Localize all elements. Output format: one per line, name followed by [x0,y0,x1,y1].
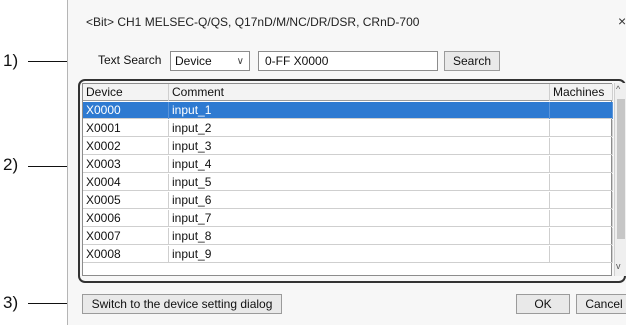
table-row[interactable]: X0000 input_1 [83,102,613,119]
text-search-label: Text Search [98,53,162,67]
cell-comment[interactable]: input_6 [169,192,550,209]
callout-2: 2) [3,155,19,174]
cell-machines[interactable] [550,210,613,227]
device-table[interactable]: Device Comment Machines X0000 input_1 X000… [82,83,613,276]
cell-comment[interactable]: input_4 [169,156,550,173]
cell-machines[interactable] [550,102,613,119]
header-device[interactable]: Device [83,84,169,101]
header-comment[interactable]: Comment [169,84,550,101]
search-input[interactable]: 0-FF X0000 [258,51,438,71]
ok-button[interactable]: OK [516,294,570,314]
callout-1: 1) [3,51,19,70]
cell-comment[interactable]: input_2 [169,120,550,137]
cell-machines[interactable] [550,138,613,155]
search-category-select[interactable]: Device ∨ [170,51,250,71]
cell-device[interactable]: X0006 [83,210,169,227]
scroll-down-icon[interactable]: v [616,261,621,271]
header-machines[interactable]: Machines [550,84,613,101]
cell-machines[interactable] [550,120,613,137]
chevron-down-icon: ∨ [236,56,244,67]
close-icon[interactable]: × [618,13,626,29]
table-row[interactable]: X0001 input_2 [83,120,613,137]
cell-device[interactable]: X0000 [83,102,169,119]
cancel-button[interactable]: Cancel [576,294,626,314]
table-row[interactable]: X0003 input_4 [83,156,613,173]
cell-device[interactable]: X0003 [83,156,169,173]
table-row[interactable]: X0007 input_8 [83,228,613,245]
cell-comment[interactable]: input_3 [169,138,550,155]
cell-machines[interactable] [550,246,613,263]
cell-device[interactable]: X0008 [83,246,169,263]
table-row[interactable]: X0008 input_9 [83,246,613,263]
cell-machines[interactable] [550,228,613,245]
cell-device[interactable]: X0002 [83,138,169,155]
cell-device[interactable]: X0001 [83,120,169,137]
window-title: <Bit> CH1 MELSEC-Q/QS, Q17nD/M/NC/DR/DSR… [86,15,420,29]
switch-device-setting-button[interactable]: Switch to the device setting dialog [82,294,282,314]
cell-comment[interactable]: input_8 [169,228,550,245]
cell-comment[interactable]: input_1 [169,102,550,119]
callout-3: 3) [3,293,19,312]
scroll-thumb[interactable] [617,99,625,239]
search-category-value: Device [175,54,212,68]
search-button[interactable]: Search [444,51,500,71]
cell-comment[interactable]: input_9 [169,246,550,263]
table-row[interactable]: X0002 input_3 [83,138,613,155]
cell-comment[interactable]: input_5 [169,174,550,191]
scroll-up-icon[interactable]: ^ [616,84,620,94]
table-header-row: Device Comment Machines [83,84,613,101]
cell-device[interactable]: X0004 [83,174,169,191]
cell-device[interactable]: X0005 [83,192,169,209]
table-row[interactable]: X0004 input_5 [83,174,613,191]
table-row[interactable]: X0006 input_7 [83,210,613,227]
table-scrollbar[interactable]: ^ v [614,83,626,276]
table-row[interactable]: X0005 input_6 [83,192,613,209]
cell-device[interactable]: X0007 [83,228,169,245]
cell-comment[interactable]: input_7 [169,210,550,227]
cell-machines[interactable] [550,156,613,173]
cell-machines[interactable] [550,192,613,209]
cell-machines[interactable] [550,174,613,191]
